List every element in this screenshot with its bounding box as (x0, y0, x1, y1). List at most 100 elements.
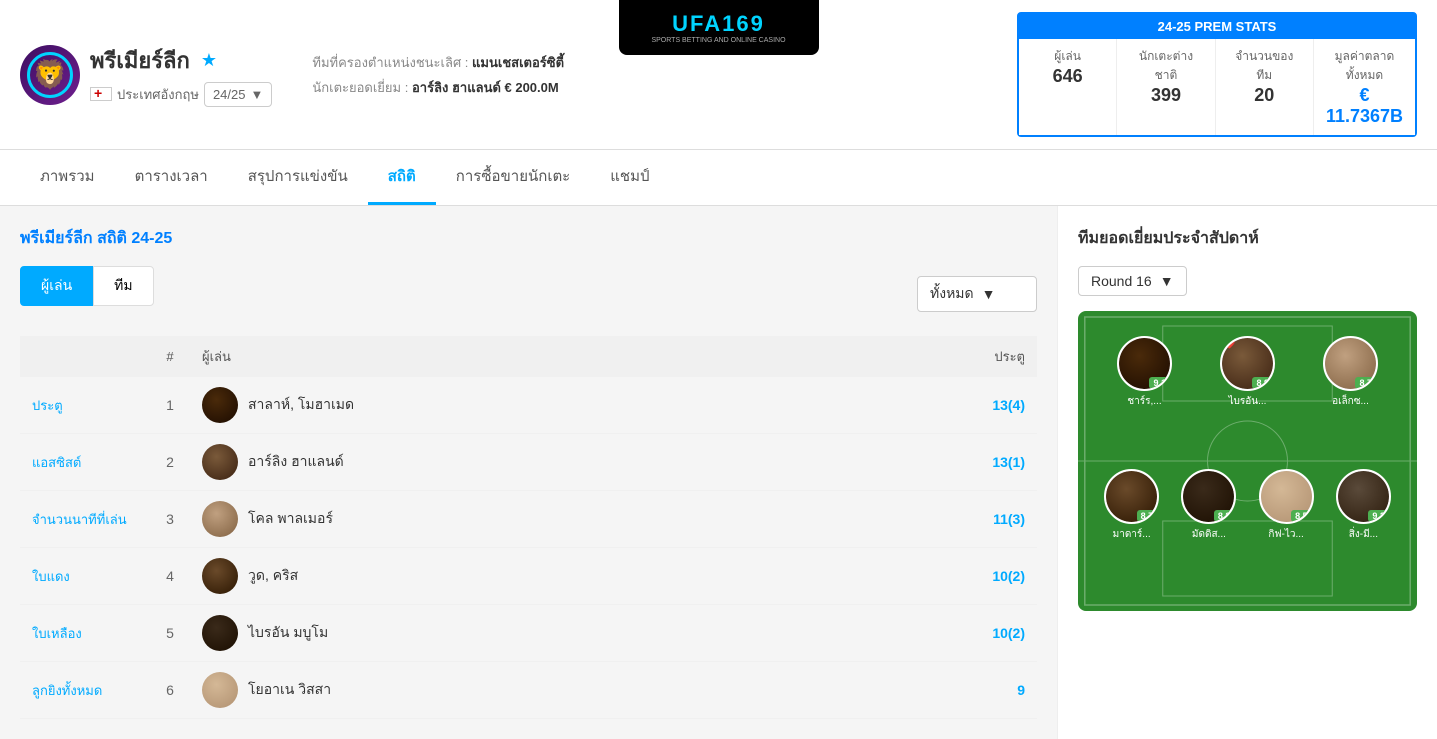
player-team-tabs: ผู้เล่น ทีม (20, 266, 154, 306)
stat-link[interactable]: 10(2) (992, 568, 1025, 584)
round-chevron-icon: ▼ (1160, 273, 1174, 289)
field-bottom-row: 8.7 มาดาร์... 8.8 มัดดิส... (1093, 469, 1402, 542)
player-cell: วูด, คริส (190, 548, 831, 605)
category-label-0[interactable]: ประตู (32, 398, 63, 413)
category-label-4[interactable]: ใบเหลือง (32, 626, 82, 641)
player-name: อาร์ลิง ฮาแลนด์ (248, 451, 344, 473)
season-value: 24/25 (213, 87, 246, 102)
category-cell: แอสซิสต์ (20, 434, 150, 491)
stat-cell: 10(2) (831, 548, 1037, 605)
tab-schedule[interactable]: ตารางเวลา (115, 150, 228, 205)
field-avatar-2: ❤️ 8.9 (1220, 336, 1275, 391)
stat-link[interactable]: 13(1) (992, 454, 1025, 470)
player-cell: ไบรอัน มบูโม (190, 605, 831, 662)
stat-market: มูลค่าตลาดทั้งหมด € 11.7367B (1314, 39, 1415, 135)
stats-table: # ผู้เล่น ประตู ประตู1สาลาห์, โมฮาเมด13(… (20, 336, 1037, 719)
rating-badge-1: 9.1 (1149, 377, 1170, 389)
tab-champions[interactable]: แชมป์ (590, 150, 669, 205)
stats-box: 24-25 PREM STATS ผู้เล่น 646 นักเตะต่างช… (1017, 12, 1417, 137)
category-label-3[interactable]: ใบแดง (32, 569, 70, 584)
field-player-1: 9.1 ชาร์ร,... (1117, 336, 1172, 409)
round-selector[interactable]: Round 16 ▼ (1078, 266, 1187, 296)
champion-label: ทีมที่ครองตำแหน่งชนะเลิศ : (312, 55, 468, 70)
field-avatar-4: 8.7 (1104, 469, 1159, 524)
stat-players-value: 646 (1031, 66, 1104, 87)
field-player-2: ❤️ 8.9 ไบรอัน... (1220, 336, 1275, 409)
ufa-brand: UFA169 (651, 11, 785, 37)
player-avatar (202, 387, 238, 423)
header: 🦁 พรีเมียร์ลีก ★ ประเทศอังกฤษ 24/25 ▼ ที… (0, 0, 1437, 150)
category-cell: จำนวนนาทีที่เล่น (20, 491, 150, 548)
table-row: จำนวนนาทีที่เล่น 3 โคล พาลเมอร์ 11(3) (20, 491, 1037, 548)
stat-link[interactable]: 11(3) (993, 511, 1025, 527)
player-cell: โยอาเน วิสสา (190, 662, 831, 719)
section-title: พรีเมียร์ลีก สถิติ 24-25 (20, 226, 1037, 251)
player-avatar (202, 615, 238, 651)
category-cell: ลูกยิงทั้งหมด (20, 662, 150, 719)
stats-box-content: ผู้เล่น 646 นักเตะต่างชาติ 399 จำนวนของท… (1019, 39, 1415, 135)
field-name-6: กิฟ-ไว... (1268, 527, 1303, 542)
right-panel: ทีมยอดเยี่ยมประจำสัปดาห์ Round 16 ▼ (1057, 206, 1437, 739)
top-player-value: อาร์ลิง ฮาแลนด์ € 200.0M (412, 80, 559, 95)
nav-tabs: ภาพรวม ตารางเวลา สรุปการแข่งขัน สถิติ กา… (0, 150, 1437, 206)
stat-foreign-value: 399 (1129, 85, 1202, 106)
rank-cell: 5 (150, 605, 190, 662)
player-name: สาลาห์, โมฮาเมด (248, 394, 354, 416)
stat-players: ผู้เล่น 646 (1019, 39, 1117, 135)
stat-link[interactable]: 9 (1017, 682, 1025, 698)
category-label-5[interactable]: ลูกยิงทั้งหมด (32, 683, 102, 698)
ufa-banner: UFA169 SPORTS BETTING AND ONLINE CASINO (619, 0, 819, 55)
header-mid: ทีมที่ครองตำแหน่งชนะเลิศ : แมนเชสเตอร์ซิ… (312, 52, 564, 98)
category-cell: ใบเหลือง (20, 605, 150, 662)
field-avatar-1: 9.1 (1117, 336, 1172, 391)
category-label-2[interactable]: จำนวนนาทีที่เล่น (32, 512, 127, 527)
col-category (20, 336, 150, 377)
table-row: ลูกยิงทั้งหมด 6โยอาเน วิสสา 9 (20, 662, 1037, 719)
field-player-7: 9.2 สิ่ง-มี... (1336, 469, 1391, 542)
stat-link[interactable]: 13(4) (992, 397, 1025, 413)
player-name: ไบรอัน มบูโม (248, 622, 328, 644)
filter-dropdown[interactable]: ทั้งหมด ▼ (917, 276, 1037, 312)
season-selector[interactable]: 24/25 ▼ (204, 82, 272, 107)
tab-transfers[interactable]: การซื้อขายนักเตะ (436, 150, 590, 205)
player-name: วูด, คริส (248, 565, 298, 587)
right-title: ทีมยอดเยี่ยมประจำสัปดาห์ (1078, 226, 1417, 251)
rating-badge-6: 8.5 (1291, 510, 1312, 522)
player-avatar (202, 444, 238, 480)
tab-stats[interactable]: สถิติ (368, 150, 436, 205)
player-avatar (202, 501, 238, 537)
tab-player[interactable]: ผู้เล่น (20, 266, 93, 306)
category-cell: ประตู (20, 377, 150, 434)
stat-link[interactable]: 10(2) (992, 625, 1025, 641)
stat-cell: 13(1) (831, 434, 1037, 491)
tab-team[interactable]: ทีม (93, 266, 153, 306)
category-label-1[interactable]: แอสซิสต์ (32, 455, 81, 470)
rank-cell: 3 (150, 491, 190, 548)
filter-value: ทั้งหมด (930, 283, 974, 305)
player-avatar (202, 672, 238, 708)
field-avatar-5: 8.8 (1181, 469, 1236, 524)
country-row: ประเทศอังกฤษ 24/25 ▼ (90, 82, 272, 107)
left-panel: พรีเมียร์ลีก สถิติ 24-25 ผู้เล่น ทีม ทั้… (0, 206, 1057, 739)
country-label: ประเทศอังกฤษ (117, 84, 199, 105)
rating-badge-4: 8.7 (1137, 510, 1158, 522)
stat-foreign: นักเตะต่างชาติ 399 (1117, 39, 1215, 135)
filter-chevron-icon: ▼ (982, 286, 996, 302)
tab-overview[interactable]: ภาพรวม (20, 150, 115, 205)
col-stat: ประตู (831, 336, 1037, 377)
rank-cell: 6 (150, 662, 190, 719)
stat-market-value: € 11.7367B (1326, 85, 1403, 127)
stat-cell: 11(3) (831, 491, 1037, 548)
field-name-4: มาดาร์... (1113, 527, 1151, 542)
rank-cell: 1 (150, 377, 190, 434)
field-avatar-6: 8.5 (1259, 469, 1314, 524)
stat-cell: 13(4) (831, 377, 1037, 434)
champion-value: แมนเชสเตอร์ซิตี้ (472, 55, 564, 70)
tab-results[interactable]: สรุปการแข่งขัน (228, 150, 368, 205)
rating-badge-2: 8.9 (1252, 377, 1273, 389)
col-rank: # (150, 336, 190, 377)
player-name: โคล พาลเมอร์ (248, 508, 333, 530)
player-cell: โคล พาลเมอร์ (190, 491, 831, 548)
field-player-4: 8.7 มาดาร์... (1104, 469, 1159, 542)
field-name-7: สิ่ง-มี... (1349, 527, 1378, 542)
